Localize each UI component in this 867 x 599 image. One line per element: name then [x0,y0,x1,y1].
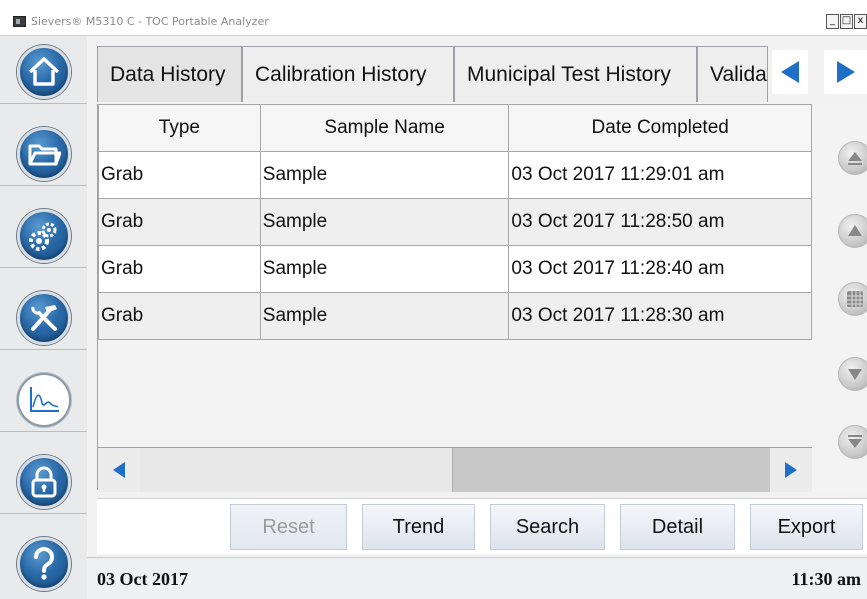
tab-municipal-test-history[interactable]: Municipal Test History [454,46,697,102]
title-bar: Sievers® M5310 C - TOC Portable Analyzer… [0,0,867,36]
scrollbar-thumb[interactable] [140,448,453,492]
search-button[interactable]: Search [490,504,605,550]
column-header-date-completed[interactable]: Date Completed [508,104,812,152]
tab-bar: Data History Calibration History Municip… [97,46,768,102]
triangle-right-icon [785,462,797,478]
status-bar: 03 Oct 2017 11:30 am [87,557,867,599]
cell-type: Grab [98,198,261,246]
cell-sample-name: Sample [259,245,510,293]
action-button-bar: Reset Trend Search Detail Export [97,498,867,554]
sidebar-item-data[interactable] [0,122,87,186]
triangle-left-icon [113,462,125,478]
triangle-down-icon [848,369,862,380]
column-header-type[interactable]: Type [98,104,261,152]
table-row[interactable]: Grab Sample 03 Oct 2017 11:28:30 am [98,292,812,340]
cell-sample-name: Sample [259,292,510,340]
tab-scroll-right-button[interactable] [824,50,867,94]
detail-button[interactable]: Detail [620,504,735,550]
tab-validation[interactable]: Valida [697,46,768,102]
export-button[interactable]: Export [750,504,863,550]
status-date: 03 Oct 2017 [97,569,188,589]
home-icon [16,44,71,99]
sidebar-item-setup[interactable] [0,204,87,268]
keypad-button[interactable] [838,282,867,316]
status-time: 11:30 am [791,569,862,589]
sidebar [0,36,87,599]
triangle-up-icon [848,225,862,236]
maximize-button[interactable]: □ [840,14,853,29]
cell-sample-name: Sample [259,151,510,199]
sidebar-item-home[interactable] [0,40,87,104]
tools-icon [16,290,71,345]
tab-calibration-history[interactable]: Calibration History [242,46,454,102]
table-row[interactable]: Grab Sample 03 Oct 2017 11:29:01 am [98,151,812,199]
analyzer-window: Sievers® M5310 C - TOC Portable Analyzer… [0,0,867,599]
sidebar-item-help[interactable] [0,532,87,596]
scroll-right-button[interactable] [770,448,812,492]
column-header-sample-name[interactable]: Sample Name [259,104,510,152]
table-header-row: Type Sample Name Date Completed [98,104,812,152]
trend-button[interactable]: Trend [362,504,475,550]
data-history-table-area: Type Sample Name Date Completed Grab Sam… [97,104,812,492]
triangle-left-icon [781,61,799,83]
window-controls: _ □ x [825,14,867,30]
page-up-button[interactable] [838,214,867,248]
cell-type: Grab [98,292,261,340]
question-icon [16,537,71,591]
tab-scroll-left-button[interactable] [772,50,808,94]
cell-type: Grab [98,151,261,199]
cell-sample-name: Sample [259,198,510,246]
cell-date-completed: 03 Oct 2017 11:28:30 am [508,292,812,340]
cell-type: Grab [98,245,261,293]
cell-date-completed: 03 Oct 2017 11:29:01 am [508,151,812,199]
app-icon [13,16,26,27]
triangle-right-icon [836,61,855,83]
table-row[interactable]: Grab Sample 03 Oct 2017 11:28:50 am [98,198,812,246]
scroll-to-bottom-button[interactable] [838,425,867,459]
lock-icon [16,454,71,509]
sidebar-item-maintenance[interactable] [0,286,87,350]
sidebar-item-security[interactable] [0,450,87,514]
window-title: Sievers® M5310 C - TOC Portable Analyzer [31,15,269,28]
gears-icon [16,208,71,263]
data-history-table: Type Sample Name Date Completed Grab Sam… [98,104,812,340]
tab-data-history[interactable]: Data History [97,46,242,102]
folder-icon [16,126,71,181]
vertical-navigation-controls [812,104,867,490]
scroll-to-top-button[interactable] [838,141,867,175]
scroll-left-button[interactable] [98,448,140,492]
reset-button[interactable]: Reset [230,504,347,550]
cell-date-completed: 03 Oct 2017 11:28:40 am [508,245,812,293]
keypad-icon [847,291,863,307]
sidebar-item-trend[interactable] [0,368,87,432]
last-page-icon [848,435,862,448]
table-row[interactable]: Grab Sample 03 Oct 2017 11:28:40 am [98,245,812,293]
close-button[interactable]: x [854,14,867,29]
minimize-button[interactable]: _ [826,14,839,29]
page-down-button[interactable] [838,357,867,391]
chart-icon [16,372,71,427]
first-page-icon [848,152,862,165]
horizontal-scrollbar[interactable] [98,447,812,492]
cell-date-completed: 03 Oct 2017 11:28:50 am [508,198,812,246]
